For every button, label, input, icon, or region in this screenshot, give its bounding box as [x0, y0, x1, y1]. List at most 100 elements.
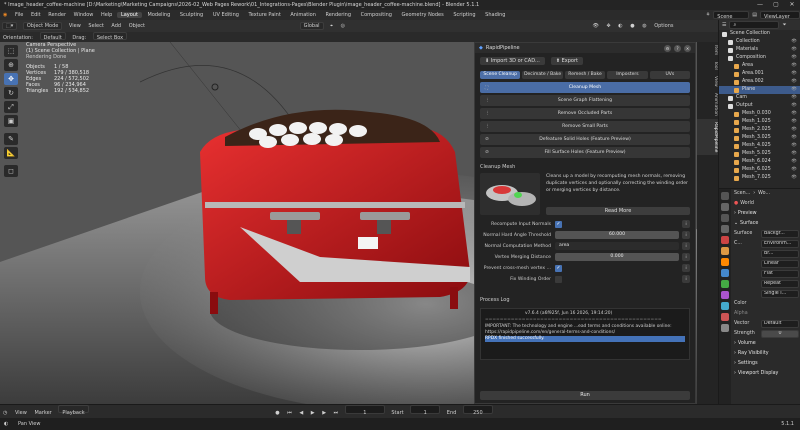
visibility-eye-icon[interactable]: 👁 [791, 86, 797, 94]
render-properties-icon[interactable] [721, 203, 729, 211]
view-layer-selector[interactable]: ViewLayer [760, 11, 800, 20]
outliner-search[interactable]: ⌕ [729, 21, 780, 29]
op-scene-graph-flattening[interactable]: ⋮ Scene Graph Flattening [480, 95, 690, 106]
outliner-item[interactable]: Composition 👁 [719, 54, 800, 62]
menu-render[interactable]: Render [45, 12, 69, 18]
gizmo-icon[interactable]: ✥ [603, 23, 613, 29]
filter-icon[interactable]: ⏷ [782, 22, 786, 28]
modifier-properties-icon[interactable] [721, 269, 729, 277]
snap-icon[interactable]: ⌖ [327, 23, 336, 29]
outliner-item[interactable]: Mesh_7.025 👁 [719, 174, 800, 182]
outliner-item[interactable]: Mesh_3.025 👁 [719, 134, 800, 142]
timeline-editor-icon[interactable]: ◷ [0, 410, 10, 416]
jump-start-icon[interactable]: ⏮ [284, 410, 295, 416]
visibility-eye-icon[interactable]: 👁 [791, 70, 797, 78]
physics-properties-icon[interactable] [721, 280, 729, 288]
current-frame-field[interactable]: 1 [344, 405, 385, 416]
measure-tool-icon[interactable]: 📐 [4, 147, 18, 159]
outliner-item[interactable]: Materials 👁 [719, 46, 800, 54]
menu-marker[interactable]: Marker [31, 410, 54, 416]
fix-winding-checkbox[interactable] [555, 275, 562, 283]
sidebar-tab-view[interactable]: View [697, 73, 718, 90]
cursor-tool-icon[interactable]: ⊕ [4, 59, 18, 71]
maximize-icon[interactable]: ▢ [768, 0, 784, 10]
tab-uvs[interactable]: UVs [649, 71, 691, 79]
visibility-eye-icon[interactable]: 👁 [791, 150, 797, 158]
close-panel-icon[interactable]: ✕ [684, 44, 691, 52]
visibility-eye-icon[interactable]: 👁 [791, 174, 797, 182]
panel-ray-visibility[interactable]: › Ray Visibility [732, 349, 800, 359]
scale-tool-icon[interactable]: ⤢ [4, 101, 18, 113]
menu-select[interactable]: Select [85, 23, 106, 29]
menu-file[interactable]: File [12, 12, 26, 18]
prevent-cross-mesh-checkbox[interactable]: ✓ [555, 264, 562, 272]
outliner-item[interactable]: Mesh_5.025 👁 [719, 150, 800, 158]
projection-select[interactable]: Flat [761, 270, 799, 278]
menu-view[interactable]: View [12, 410, 30, 416]
source-select[interactable]: Single I... [761, 290, 799, 298]
visibility-eye-icon[interactable]: 👁 [791, 110, 797, 118]
computation-method-select[interactable]: area [555, 242, 679, 250]
tab-decimate-bake[interactable]: Decimate / Bake [522, 71, 563, 79]
start-frame-field[interactable]: 1 [410, 405, 441, 416]
menu-object[interactable]: Object [126, 23, 148, 29]
proportional-edit-icon[interactable]: ◎ [338, 23, 348, 29]
extension-select[interactable]: Repeat [761, 280, 799, 288]
sidebar-tab-animation[interactable]: Animation [697, 90, 718, 119]
select-box-tool-icon[interactable]: ⬚ [4, 45, 18, 57]
settings-icon[interactable]: ⚙ [664, 44, 671, 52]
menu-view[interactable]: View [66, 23, 84, 29]
play-icon[interactable]: ▶ [308, 410, 318, 416]
sidebar-tab-rapidpipeline[interactable]: RapidPipeline [697, 118, 718, 156]
visibility-eye-icon[interactable]: 👁 [791, 102, 797, 110]
info-icon[interactable]: i [682, 264, 690, 272]
interpolation-select[interactable]: Linear [761, 260, 799, 268]
op-fill-surface-holes[interactable]: ⊘ Fill Surface Holes (Feature Preview) [480, 147, 690, 158]
minimize-icon[interactable]: — [752, 0, 768, 10]
workspace-tab-uv-editing[interactable]: UV Editing [209, 12, 243, 18]
visibility-eye-icon[interactable]: 👁 [791, 78, 797, 86]
scene-selector[interactable]: Scene [713, 11, 750, 20]
jump-end-icon[interactable]: ⏭ [331, 410, 342, 416]
sidebar-tab-tool[interactable]: Tool [697, 58, 718, 73]
visibility-eye-icon[interactable]: 👁 [791, 46, 797, 54]
outliner-root[interactable]: Scene Collection [719, 30, 800, 38]
world-datablock[interactable]: ● World [732, 199, 800, 209]
sidebar-tab-item[interactable]: Item [697, 42, 718, 58]
workspace-tab-compositing[interactable]: Compositing [357, 12, 396, 18]
workspace-tab-shading[interactable]: Shading [481, 12, 509, 18]
rotate-tool-icon[interactable]: ↻ [4, 87, 18, 99]
workspace-tab-modeling[interactable]: Modeling [144, 12, 175, 18]
op-cleanup-mesh[interactable]: ⛶ Cleanup Mesh [480, 82, 690, 93]
record-icon[interactable]: ● [272, 410, 282, 416]
outliner-item[interactable]: Mesh_2.025 👁 [719, 126, 800, 134]
strength-field[interactable]: 0 [761, 330, 799, 338]
visibility-eye-icon[interactable]: 👁 [791, 134, 797, 142]
recompute-normals-checkbox[interactable]: ✓ [555, 220, 562, 228]
info-icon[interactable]: i [682, 231, 690, 239]
vector-field[interactable]: Default [761, 320, 799, 328]
visibility-eye-icon[interactable]: 👁 [791, 142, 797, 150]
run-button[interactable]: Run [480, 391, 690, 400]
workspace-tab-animation[interactable]: Animation [286, 12, 320, 18]
outliner-item[interactable]: Mesh_4.025 👁 [719, 142, 800, 150]
playback-menu[interactable]: Playback [58, 405, 89, 416]
read-more-button[interactable]: Read More [546, 207, 690, 215]
visibility-eye-icon[interactable]: 👁 [791, 54, 797, 62]
data-properties-icon[interactable] [721, 302, 729, 310]
info-icon[interactable]: i [682, 242, 690, 250]
visibility-eye-icon[interactable]: 👁 [791, 126, 797, 134]
op-remove-occluded-parts[interactable]: ⋮ Remove Occluded Parts [480, 108, 690, 119]
add-cube-tool-icon[interactable]: ◻ [4, 165, 18, 177]
prev-keyframe-icon[interactable]: ◀ [296, 410, 306, 416]
mode-selector[interactable]: Object Mode [22, 22, 63, 30]
shading-solid-icon[interactable]: ● [627, 23, 637, 29]
end-frame-field[interactable]: 250 [462, 405, 493, 416]
help-icon[interactable]: ? [674, 44, 681, 52]
world-properties-icon[interactable] [721, 247, 729, 255]
panel-viewport-display[interactable]: › Viewport Display [732, 369, 800, 379]
outliner-item[interactable]: Mesh_0.030 👁 [719, 110, 800, 118]
panel-settings[interactable]: › Settings [732, 359, 800, 369]
op-defeature-solid-holes[interactable]: ⊘ Defeature Solid Holes (Feature Preview) [480, 134, 690, 145]
workspace-tab-layout[interactable]: Layout [116, 12, 142, 18]
